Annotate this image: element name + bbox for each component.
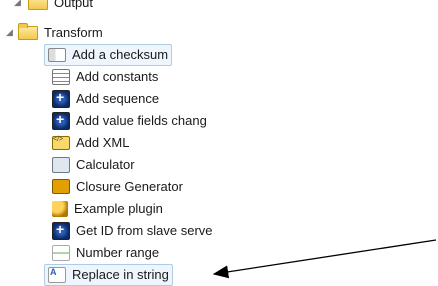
annotation-arrow [212, 239, 437, 279]
